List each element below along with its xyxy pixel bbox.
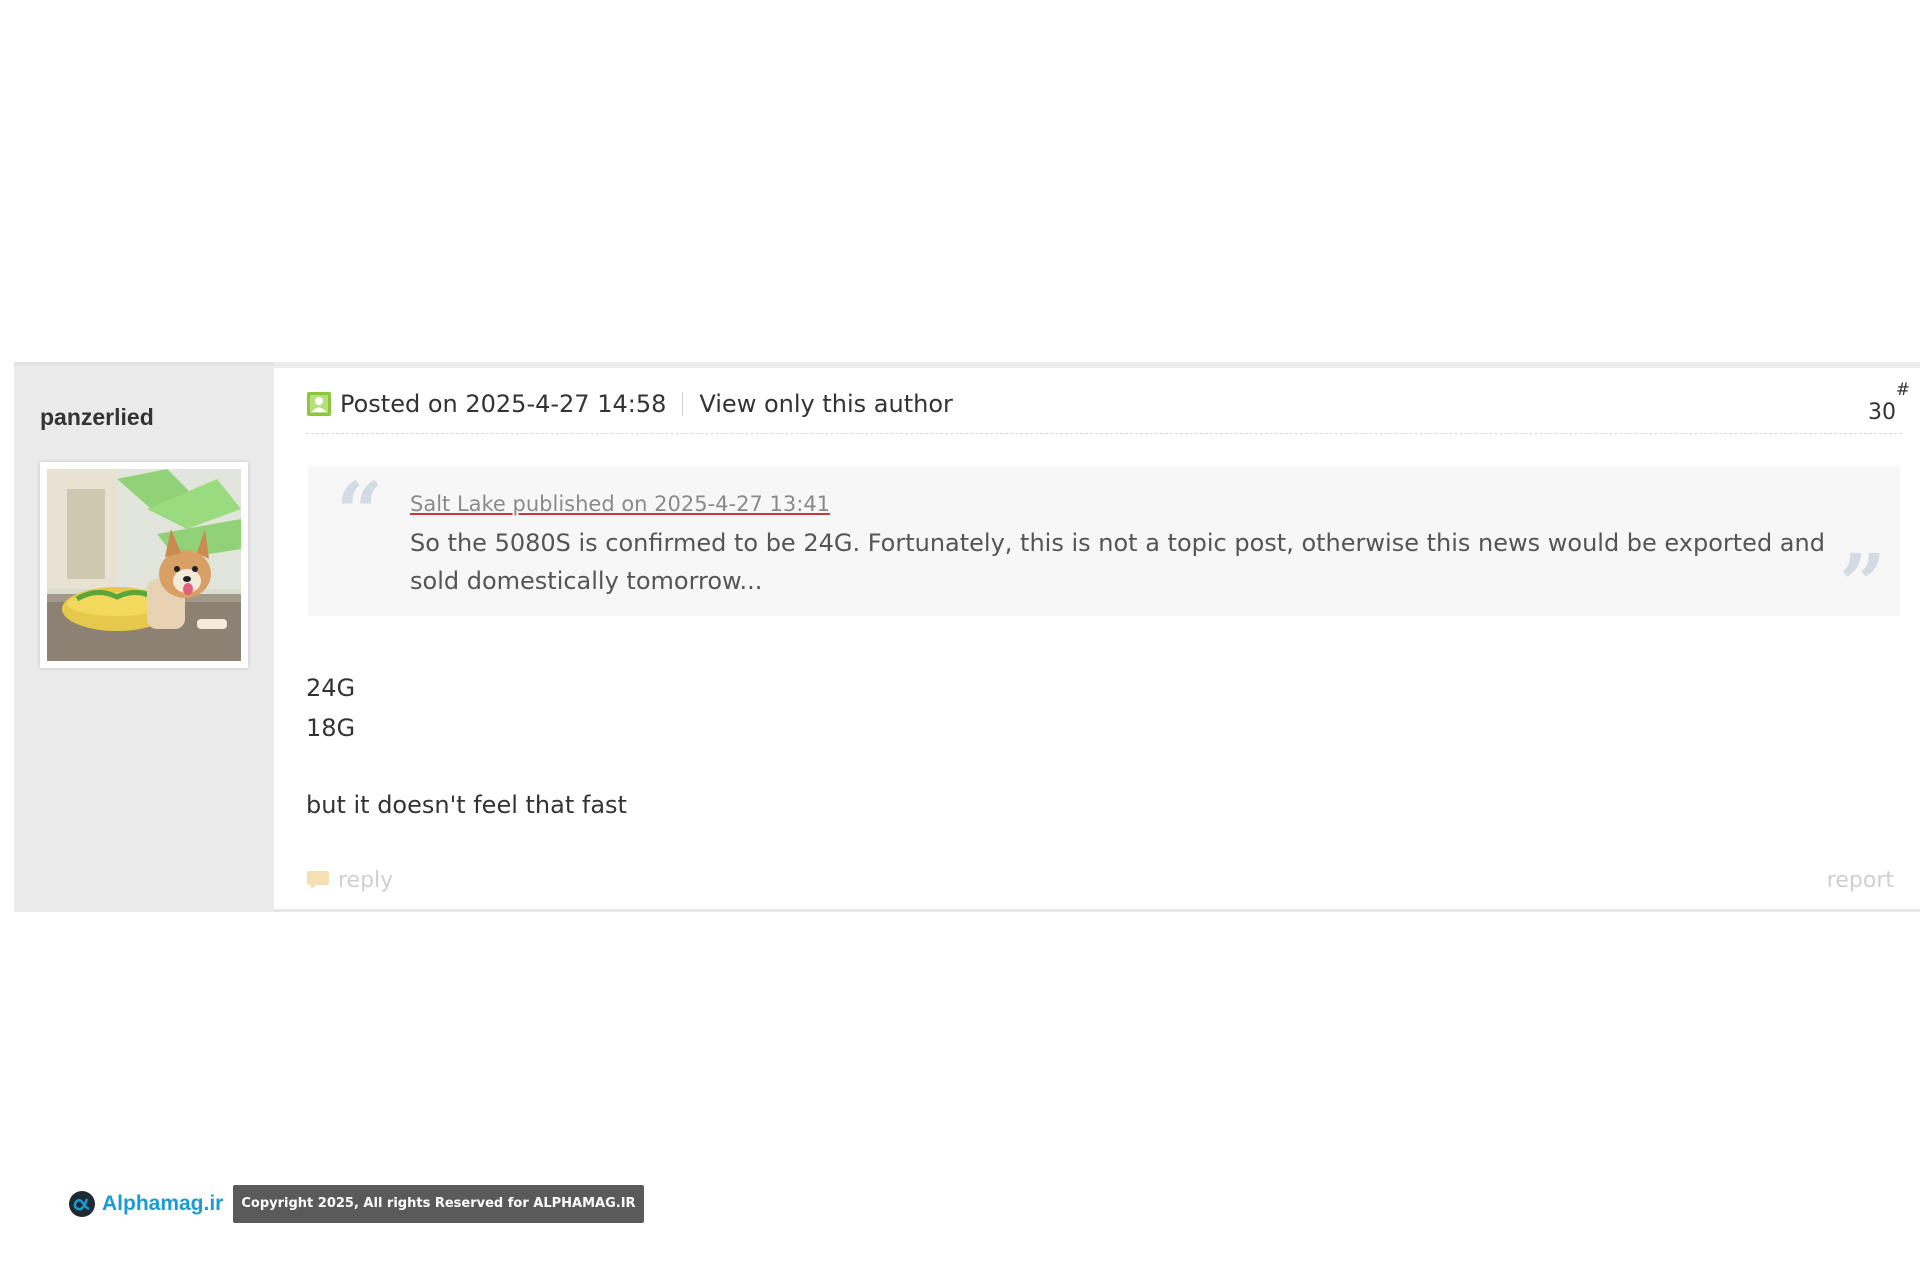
alpha-logo-icon [69, 1191, 95, 1217]
reply-button[interactable]: reply [306, 868, 393, 893]
watermark: Alphamag.ir Copyright 2025, All rights R… [68, 1185, 644, 1223]
speech-bubble-icon [307, 871, 329, 889]
close-quote-icon: ” [1838, 537, 1886, 633]
post-body-line: 18G [306, 714, 356, 742]
view-only-author-link[interactable]: View only this author [699, 390, 953, 418]
post-content: Posted on 2025-4-27 14:58 View only this… [274, 362, 1920, 912]
post-footer: reply report [306, 862, 1894, 898]
author-sidebar: panzerlied [14, 362, 274, 912]
author-name[interactable]: panzerlied [40, 404, 154, 431]
avatar[interactable] [40, 462, 248, 668]
floor-hash: # [1895, 380, 1910, 400]
quote-source-link[interactable]: Salt Lake published on 2025-4-27 13:41 [410, 492, 830, 516]
report-button[interactable]: report [1827, 868, 1894, 893]
header-divider [682, 391, 684, 416]
watermark-copyright: Copyright 2025, All rights Reserved for … [233, 1185, 644, 1223]
open-quote-icon: “ [336, 465, 384, 561]
quote-block: “ Salt Lake published on 2025-4-27 13:41… [308, 465, 1900, 626]
floor-number[interactable]: # 30 [1862, 380, 1910, 428]
post-header: Posted on 2025-4-27 14:58 View only this… [306, 368, 1902, 434]
avatar-image [47, 469, 241, 661]
post-timestamp: Posted on 2025-4-27 14:58 [340, 389, 667, 418]
quote-text: So the 5080S is confirmed to be 24G. For… [410, 529, 1825, 595]
reply-label: reply [338, 867, 394, 893]
post-body-line: but it doesn't feel that fast [306, 791, 627, 819]
watermark-site-name: Alphamag.ir [102, 1192, 224, 1215]
user-card-icon [307, 391, 331, 416]
forum-post: panzerlied Posted on 2025-4-27 14:58 Vie… [14, 362, 1920, 912]
floor-number-value: 30 [1868, 400, 1896, 425]
post-body-line: 24G [306, 674, 356, 702]
